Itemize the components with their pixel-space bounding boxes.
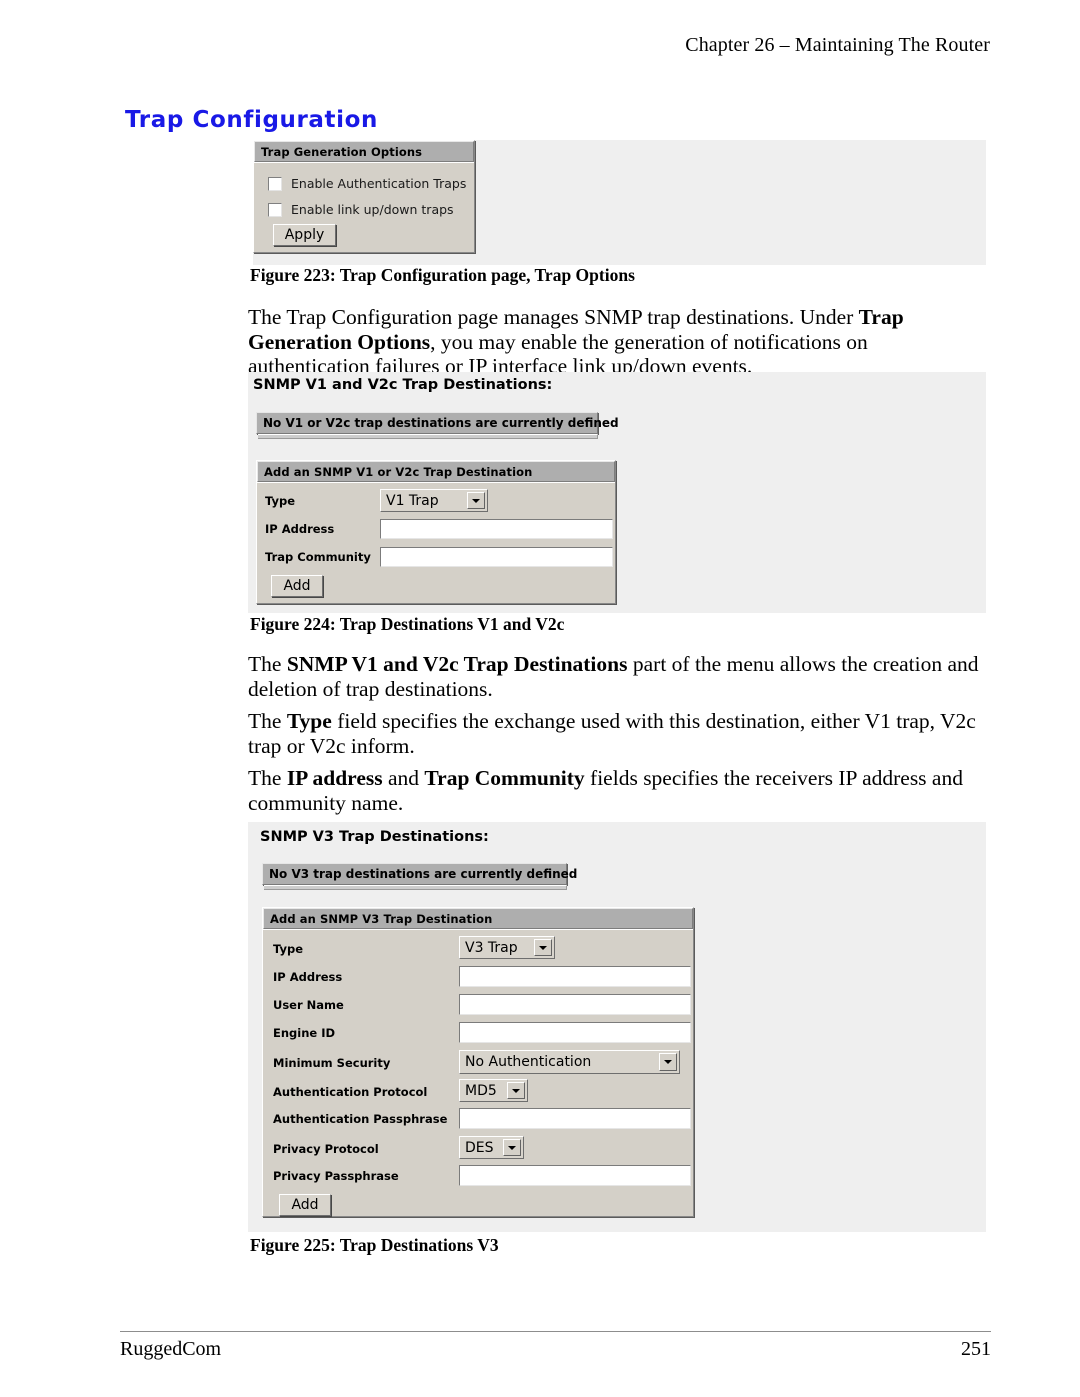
screenshot-trap-generation-options: Trap Generation Options Enable Authentic…: [253, 140, 986, 265]
add-v3-destination-title: Add an SNMP V3 Trap Destination: [263, 908, 693, 929]
v3-field-row-privacy-protocol: Privacy Protocol DES: [273, 1136, 685, 1161]
footer-divider: [120, 1331, 991, 1332]
v3-authentication-protocol-select[interactable]: MD5: [459, 1079, 528, 1102]
snmp-v3-heading: SNMP V3 Trap Destinations:: [260, 829, 489, 845]
trap-community-input[interactable]: [380, 547, 613, 567]
v3-label-type: Type: [273, 942, 304, 956]
field-row-ip-address: IP Address: [265, 519, 613, 541]
v3-minimum-security-select[interactable]: No Authentication: [459, 1050, 680, 1074]
v3-label-privacy-protocol: Privacy Protocol: [273, 1142, 379, 1156]
v3-field-row-type: Type V3 Trap: [273, 936, 685, 961]
v3-minimum-security-value: No Authentication: [465, 1054, 592, 1070]
label-trap-community: Trap Community: [265, 550, 371, 564]
chevron-down-icon[interactable]: [503, 1139, 521, 1156]
paragraph1-part-a: The Trap Configuration page manages SNMP…: [248, 305, 859, 329]
footer-page-number: 251: [961, 1338, 991, 1360]
v3-status-underbar: [264, 885, 567, 890]
screenshot-snmp-v3-trap-destinations: SNMP V3 Trap Destinations: No V3 trap de…: [248, 822, 986, 1232]
chevron-down-icon[interactable]: [507, 1082, 525, 1099]
enable-authentication-traps-checkbox[interactable]: [268, 176, 282, 191]
v3-label-ip-address: IP Address: [273, 970, 343, 984]
type-select-value: V1 Trap: [386, 492, 439, 509]
v3-label-authentication-passphrase: Authentication Passphrase: [273, 1112, 448, 1126]
v3-field-row-authentication-protocol: Authentication Protocol MD5: [273, 1079, 685, 1104]
paragraph2-bold-snmp: SNMP V1 and V2c Trap Destinations: [286, 652, 628, 676]
v3-user-name-input[interactable]: [459, 994, 691, 1015]
v3-privacy-protocol-value: DES: [465, 1139, 494, 1156]
add-v1-v2c-destination-title: Add an SNMP V1 or V2c Trap Destination: [257, 461, 615, 482]
v3-field-row-ip-address: IP Address: [273, 966, 691, 989]
field-row-trap-community: Trap Community: [265, 547, 613, 569]
v3-type-select[interactable]: V3 Trap: [459, 936, 555, 959]
add-v1-v2c-destination-button[interactable]: Add: [271, 575, 323, 597]
paragraph4-part-c: and: [382, 766, 425, 790]
v3-engine-id-input[interactable]: [459, 1022, 691, 1043]
apply-button[interactable]: Apply: [273, 224, 336, 246]
enable-authentication-traps-label: Enable Authentication Traps: [291, 176, 467, 191]
paragraph-snmp-v1-v2c: The SNMP V1 and V2c Trap Destinations pa…: [248, 652, 990, 701]
ip-address-input[interactable]: [380, 519, 613, 539]
v3-status-message: No V3 trap destinations are currently de…: [262, 863, 577, 885]
v1-v2c-status-underbar: [258, 434, 598, 439]
v3-authentication-passphrase-input[interactable]: [459, 1108, 691, 1129]
v3-type-select-value: V3 Trap: [465, 939, 518, 956]
add-v1-v2c-destination-panel: Add an SNMP V1 or V2c Trap Destination T…: [256, 460, 616, 604]
page-title: Trap Configuration: [125, 107, 378, 133]
v3-field-row-privacy-passphrase: Privacy Passphrase: [273, 1165, 691, 1188]
label-ip-address: IP Address: [265, 522, 335, 536]
screenshot-snmp-v1-v2c-trap-destinations: SNMP V1 and V2c Trap Destinations: No V1…: [248, 372, 986, 613]
enable-link-updown-traps-label: Enable link up/down traps: [291, 202, 454, 217]
paragraph-type-field: The Type field specifies the exchange us…: [248, 709, 990, 758]
v3-label-privacy-passphrase: Privacy Passphrase: [273, 1169, 399, 1183]
paragraph-ip-and-community: The IP address and Trap Community fields…: [248, 766, 990, 815]
add-v3-destination-body: Type V3 Trap IP Address User Name Engine…: [263, 929, 693, 1216]
add-v3-destination-button[interactable]: Add: [279, 1194, 331, 1216]
chevron-down-icon[interactable]: [467, 492, 485, 509]
v3-label-minimum-security: Minimum Security: [273, 1056, 391, 1070]
v3-authentication-protocol-value: MD5: [465, 1082, 497, 1099]
v3-ip-address-input[interactable]: [459, 966, 691, 987]
v3-privacy-passphrase-input[interactable]: [459, 1165, 691, 1186]
trap-generation-options-panel: Trap Generation Options Enable Authentic…: [253, 140, 475, 253]
paragraph3-part-c: field specifies the exchange used with t…: [248, 709, 976, 758]
v3-label-engine-id: Engine ID: [273, 1026, 336, 1040]
trap-generation-options-title: Trap Generation Options: [254, 141, 474, 162]
paragraph3-part-a: The: [248, 709, 287, 733]
field-row-type: Type V1 Trap: [265, 489, 609, 513]
figure-224-caption: Figure 224: Trap Destinations V1 and V2c: [250, 614, 565, 634]
v1-v2c-status-message: No V1 or V2c trap destinations are curre…: [256, 412, 619, 434]
paragraph4-bold-ip-address: IP address: [286, 766, 383, 790]
v3-field-row-minimum-security: Minimum Security No Authentication: [273, 1050, 685, 1075]
figure-223-caption: Figure 223: Trap Configuration page, Tra…: [250, 265, 635, 285]
label-type: Type: [265, 494, 296, 508]
type-select[interactable]: V1 Trap: [380, 489, 488, 512]
paragraph2-part-a: The: [248, 652, 287, 676]
v3-status-strip: No V3 trap destinations are currently de…: [262, 863, 577, 891]
add-v1-v2c-destination-body: Type V1 Trap IP Address Trap Community A…: [257, 482, 615, 603]
enable-authentication-traps-row[interactable]: Enable Authentication Traps: [268, 176, 474, 191]
v3-field-row-engine-id: Engine ID: [273, 1022, 691, 1045]
v3-label-user-name: User Name: [273, 998, 344, 1012]
enable-link-updown-traps-row[interactable]: Enable link up/down traps: [268, 202, 474, 217]
snmp-v1-v2c-heading: SNMP V1 and V2c Trap Destinations:: [253, 377, 553, 393]
v3-field-row-user-name: User Name: [273, 994, 691, 1017]
v3-field-row-authentication-passphrase: Authentication Passphrase: [273, 1108, 691, 1131]
paragraph3-bold-type: Type: [286, 709, 332, 733]
paragraph4-bold-trap-community: Trap Community: [424, 766, 585, 790]
chevron-down-icon[interactable]: [659, 1053, 677, 1071]
page-running-header: Chapter 26 – Maintaining The Router: [685, 34, 990, 56]
v3-privacy-protocol-select[interactable]: DES: [459, 1136, 524, 1159]
v3-label-authentication-protocol: Authentication Protocol: [273, 1085, 428, 1099]
chevron-down-icon[interactable]: [534, 939, 552, 956]
figure-225-caption: Figure 225: Trap Destinations V3: [250, 1235, 499, 1255]
v1-v2c-status-strip: No V1 or V2c trap destinations are curre…: [256, 412, 619, 440]
paragraph-trap-configuration-intro: The Trap Configuration page manages SNMP…: [248, 305, 990, 379]
add-v3-destination-panel: Add an SNMP V3 Trap Destination Type V3 …: [262, 907, 694, 1217]
enable-link-updown-traps-checkbox[interactable]: [268, 202, 282, 217]
trap-generation-options-body: Enable Authentication Traps Enable link …: [254, 162, 474, 252]
paragraph4-part-a: The: [248, 766, 287, 790]
